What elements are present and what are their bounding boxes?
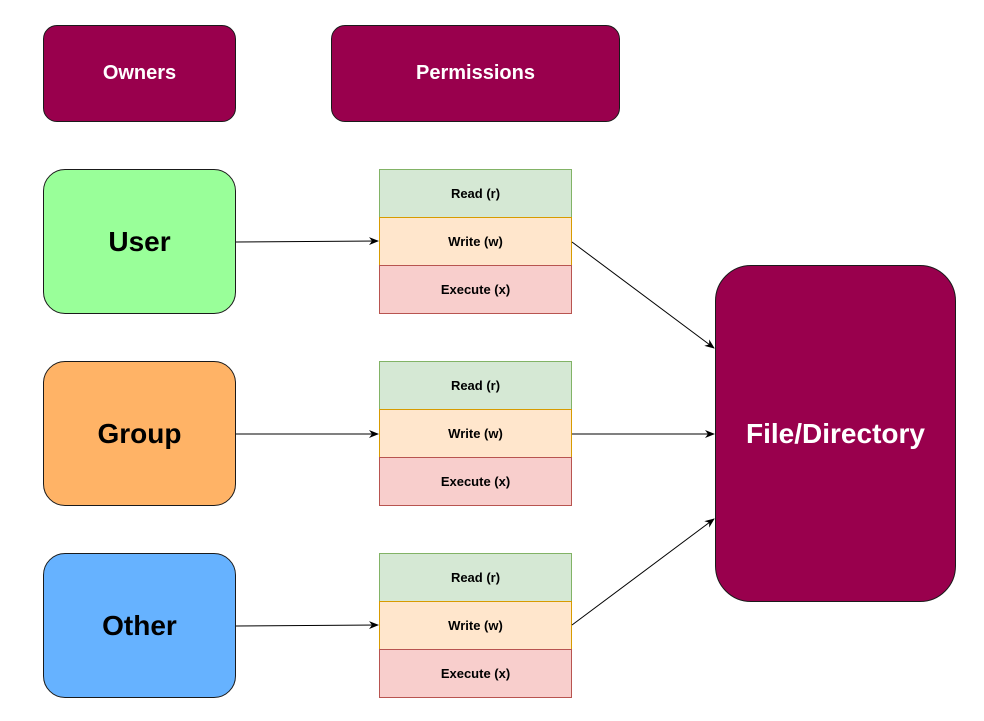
arrow-other-perms-to-file [571,518,715,626]
arrow-other-to-permissions [235,621,379,630]
arrow-user-to-permissions [235,237,379,246]
connector-layer [235,237,715,630]
arrow-user-perms-to-file [571,241,715,349]
